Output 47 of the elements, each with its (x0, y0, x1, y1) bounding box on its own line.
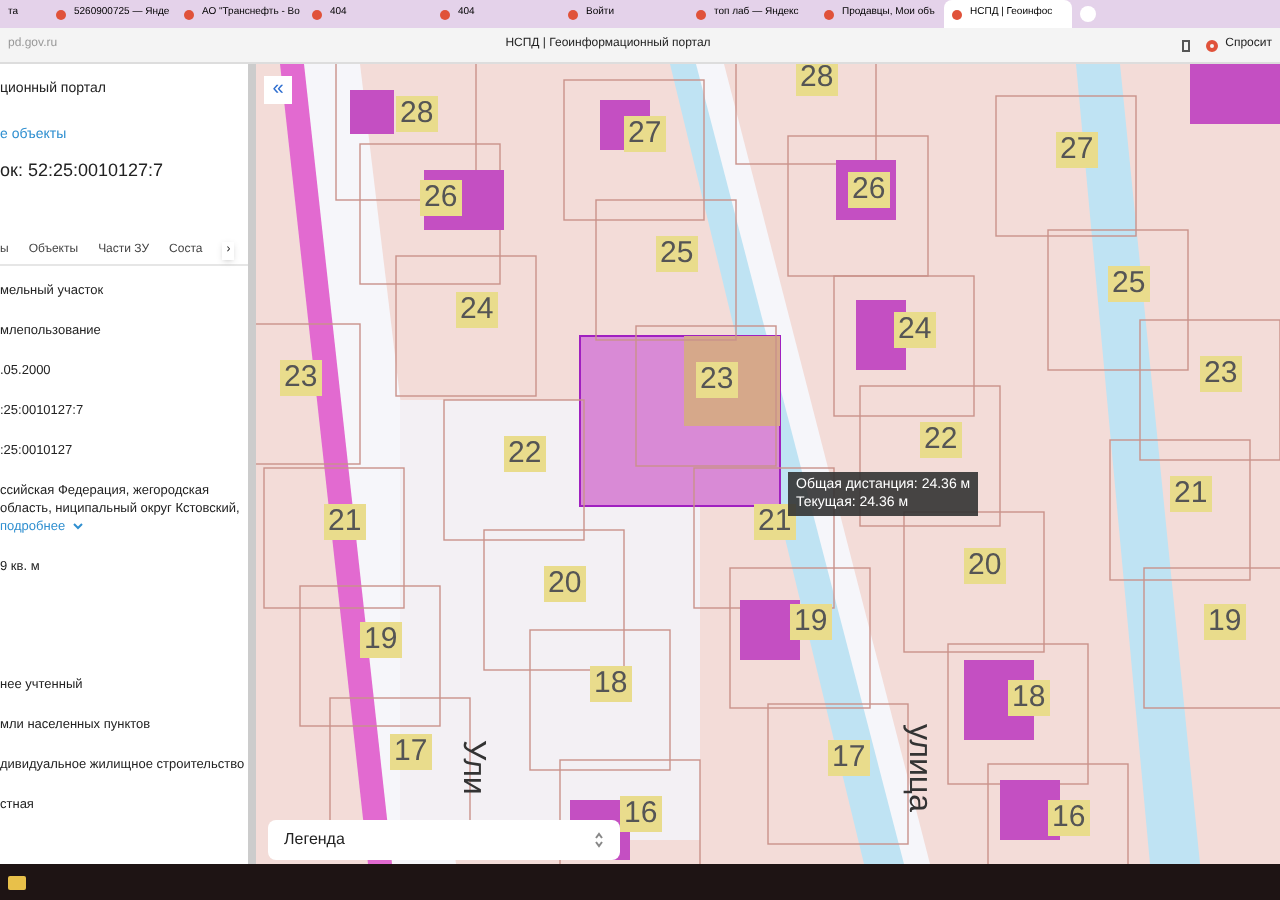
tab-favicon-icon (696, 9, 706, 19)
tab-favicon-icon (312, 9, 322, 19)
parcel-number: 25 (656, 236, 698, 272)
parcel-number: 18 (1008, 680, 1050, 716)
tab-favicon-icon (952, 9, 962, 19)
parcel-number: 23 (1200, 356, 1242, 392)
parcel-number: 20 (544, 566, 586, 602)
tab-favicon-icon (568, 9, 578, 19)
chevron-down-icon[interactable] (71, 522, 84, 530)
parcel-number: 23 (280, 360, 322, 396)
tab-favicon-icon (184, 9, 194, 19)
parcel-number: 21 (754, 504, 796, 540)
legend-select[interactable]: Легенда (268, 820, 620, 860)
parcel-number: 27 (624, 116, 666, 152)
parcel-number: 19 (360, 622, 402, 658)
parcel-number: 24 (894, 312, 936, 348)
parcel-number: 17 (390, 734, 432, 770)
parcel-number: 24 (456, 292, 498, 328)
tab-favicon-icon (56, 9, 66, 19)
parcel-number: 18 (590, 666, 632, 702)
street-name: Ули (454, 740, 492, 795)
parcel-number: 21 (1170, 476, 1212, 512)
parcel-number: 21 (324, 504, 366, 540)
parcel-number: 22 (504, 436, 546, 472)
bookmark-icon[interactable] (1181, 39, 1190, 51)
tab-favicon-icon (440, 9, 450, 19)
updown-icon (594, 832, 604, 848)
parcel-number: 26 (420, 180, 462, 216)
tab-favicon-icon (824, 9, 834, 19)
parcel-number: 16 (1048, 800, 1090, 836)
folder-icon[interactable] (8, 875, 26, 889)
parcel-number: 23 (696, 362, 738, 398)
parcel-number: 20 (964, 548, 1006, 584)
parcel-number: 19 (1204, 604, 1246, 640)
parcel-number: 16 (620, 796, 662, 832)
legend-label: Легенда (284, 828, 345, 852)
collapse-button[interactable]: « (264, 76, 292, 104)
parcel-number: 17 (828, 740, 870, 776)
street-name: улица (900, 724, 938, 812)
parcel-heading: ок: 52:25:0010127:7 (0, 158, 166, 184)
parcel-number: 22 (920, 422, 962, 458)
parcel-number: 28 (396, 96, 438, 132)
parcel-number: 27 (1056, 132, 1098, 168)
parcel-number: 26 (848, 172, 890, 208)
parcel-number: 25 (1108, 266, 1150, 302)
parcel-number: 19 (790, 604, 832, 640)
parcel-number: 28 (796, 64, 838, 96)
